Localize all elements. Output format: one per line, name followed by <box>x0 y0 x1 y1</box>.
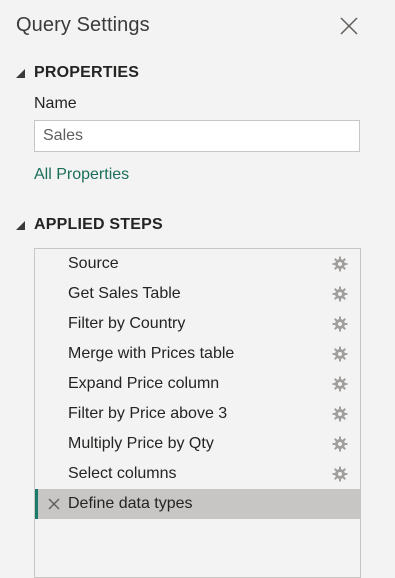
close-icon <box>340 17 358 35</box>
step-multiply-price-by-qty[interactable]: Multiply Price by Qty <box>35 429 360 459</box>
gear-icon[interactable] <box>332 466 348 482</box>
step-label: Define data types <box>68 495 193 512</box>
step-filter-by-price-above-3[interactable]: Filter by Price above 3 <box>35 399 360 429</box>
applied-steps-header: APPLIED STEPS <box>34 216 163 233</box>
step-label: Source <box>68 255 119 272</box>
step-expand-price-column[interactable]: Expand Price column <box>35 369 360 399</box>
step-label: Filter by Country <box>68 315 186 332</box>
gear-icon[interactable] <box>332 436 348 452</box>
step-get-sales-table[interactable]: Get Sales Table <box>35 279 360 309</box>
pane-title: Query Settings <box>16 14 150 36</box>
step-label: Filter by Price above 3 <box>68 405 228 422</box>
all-properties-link[interactable]: All Properties <box>34 166 129 184</box>
close-button[interactable] <box>337 14 361 38</box>
step-filter-by-country[interactable]: Filter by Country <box>35 309 360 339</box>
gear-icon[interactable] <box>332 376 348 392</box>
properties-header: PROPERTIES <box>34 64 140 81</box>
applied-steps-list: Source Get Sales Table Filter by Country… <box>34 248 361 578</box>
gear-icon[interactable] <box>332 406 348 422</box>
delete-step-icon[interactable] <box>47 497 61 511</box>
step-merge-with-prices-table[interactable]: Merge with Prices table <box>35 339 360 369</box>
step-label: Merge with Prices table <box>68 345 235 362</box>
step-label: Multiply Price by Qty <box>68 435 214 452</box>
step-define-data-types[interactable]: Define data types <box>35 489 360 519</box>
gear-icon[interactable] <box>332 256 348 272</box>
properties-section-toggle[interactable]: PROPERTIES <box>14 64 139 82</box>
name-label: Name <box>34 95 77 112</box>
gear-icon[interactable] <box>332 286 348 302</box>
step-source[interactable]: Source <box>35 249 360 279</box>
gear-icon[interactable] <box>332 346 348 362</box>
step-label: Select columns <box>68 465 177 482</box>
collapse-triangle-icon <box>16 69 25 78</box>
query-settings-pane: Query Settings PROPERTIES Name All Prope… <box>0 0 395 578</box>
applied-steps-section-toggle[interactable]: APPLIED STEPS <box>14 216 163 234</box>
step-label: Expand Price column <box>68 375 220 392</box>
collapse-triangle-icon <box>16 221 25 230</box>
step-select-columns[interactable]: Select columns <box>35 459 360 489</box>
query-name-input[interactable] <box>34 120 360 152</box>
step-label: Get Sales Table <box>68 285 181 302</box>
gear-icon[interactable] <box>332 316 348 332</box>
